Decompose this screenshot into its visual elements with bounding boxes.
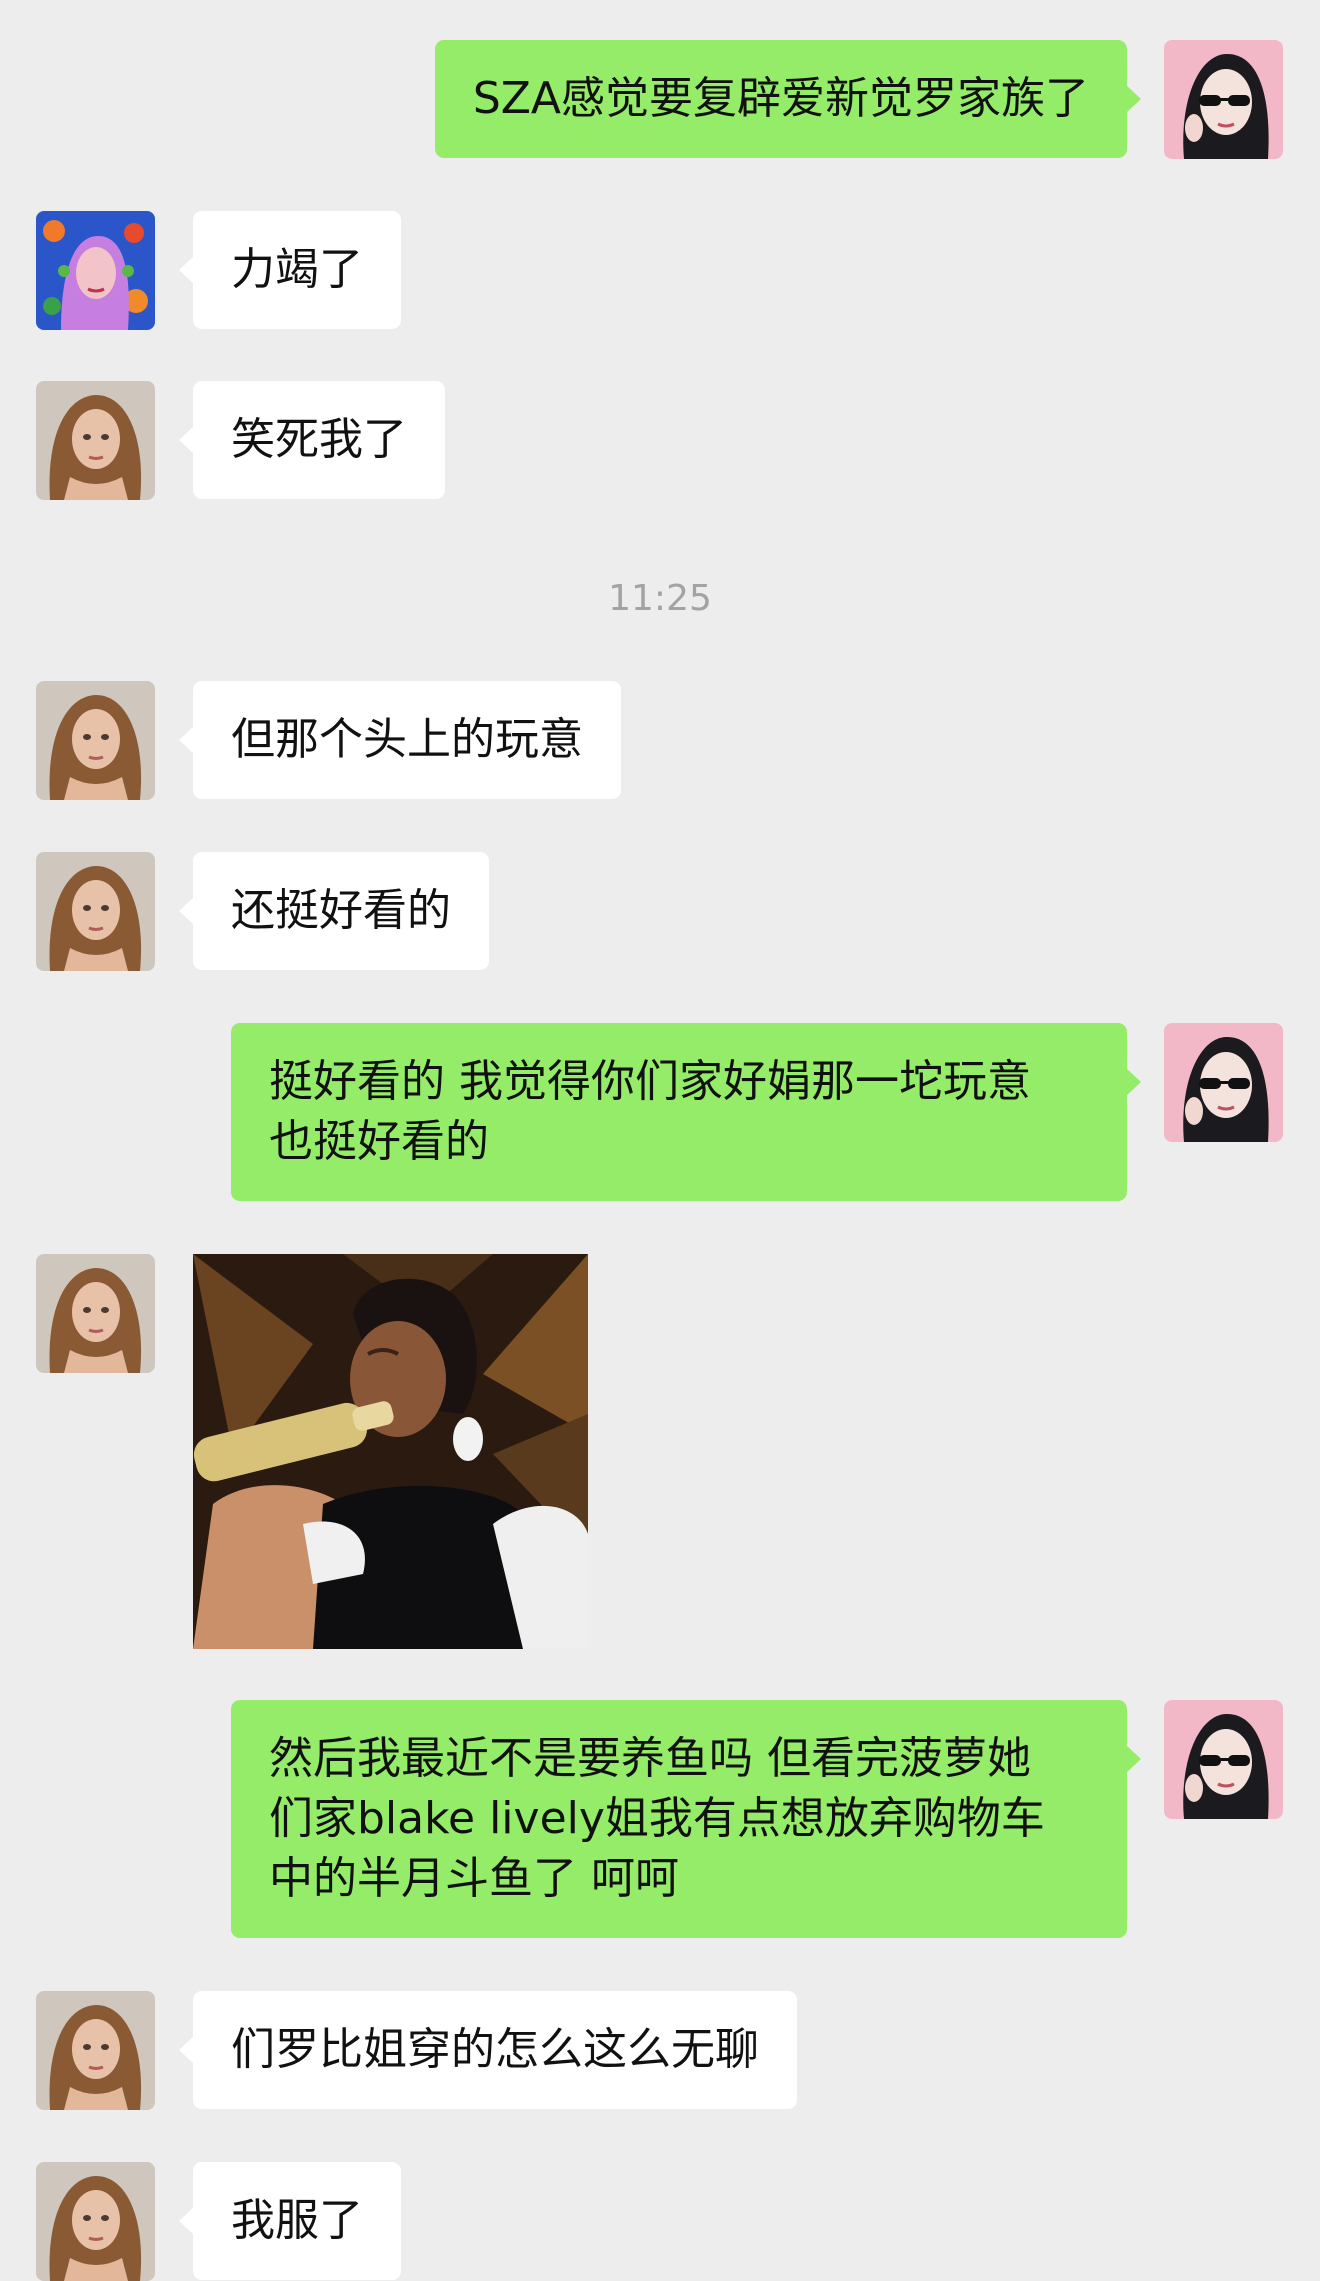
avatar-blonde-woman-icon [36,852,155,971]
message-bubble-incoming[interactable]: 还挺好看的 [179,852,489,970]
friend-avatar[interactable] [36,381,155,500]
message-bubble-outgoing[interactable]: SZA感觉要复辟爱新觉罗家族了 [434,40,1142,158]
avatar-girl-sunglasses-icon [1164,1700,1283,1819]
avatar-girl-sunglasses-icon [1164,1023,1283,1142]
avatar-floral-illustration-icon [36,211,155,330]
my-avatar[interactable] [1164,40,1283,159]
avatar-blonde-woman-icon [36,681,155,800]
message-bubble-incoming[interactable]: 力竭了 [179,211,401,329]
friend-avatar[interactable] [36,1254,155,1373]
chat-screen: { "chat": { "timestamp": "11:25", "messa… [0,0,1320,2281]
my-avatar[interactable] [1164,1023,1283,1142]
message-bubble-incoming[interactable]: 们罗比姐穿的怎么这么无聊 [179,1991,797,2109]
friend-avatar[interactable] [36,1991,155,2110]
avatar-blonde-woman-icon [36,1991,155,2110]
my-avatar[interactable] [1164,1700,1283,1819]
avatar-blonde-woman-icon [36,1254,155,1373]
friend-avatar[interactable] [36,852,155,971]
message-bubble-outgoing[interactable]: 挺好看的 我觉得你们家好娟那一坨玩意 也挺好看的 [231,1023,1141,1201]
message-bubble-incoming[interactable]: 但那个头上的玩意 [179,681,621,799]
friend-avatar[interactable] [36,211,155,330]
message-bubble-incoming[interactable]: 笑死我了 [179,381,445,499]
friend-avatar[interactable] [36,2162,155,2281]
message-image[interactable] [193,1254,588,1649]
message-bubble-outgoing[interactable]: 然后我最近不是要养鱼吗 但看完菠萝她 们家blake lively姐我有点想放弃… [231,1700,1141,1938]
avatar-girl-sunglasses-icon [1164,40,1283,159]
friend-avatar[interactable] [36,681,155,800]
timestamp: 11:25 [608,578,712,619]
photo-woman-drinking-icon [193,1254,588,1649]
message-bubble-incoming[interactable]: 我服了 [179,2162,401,2280]
avatar-blonde-woman-icon [36,2162,155,2281]
avatar-blonde-woman-icon [36,381,155,500]
